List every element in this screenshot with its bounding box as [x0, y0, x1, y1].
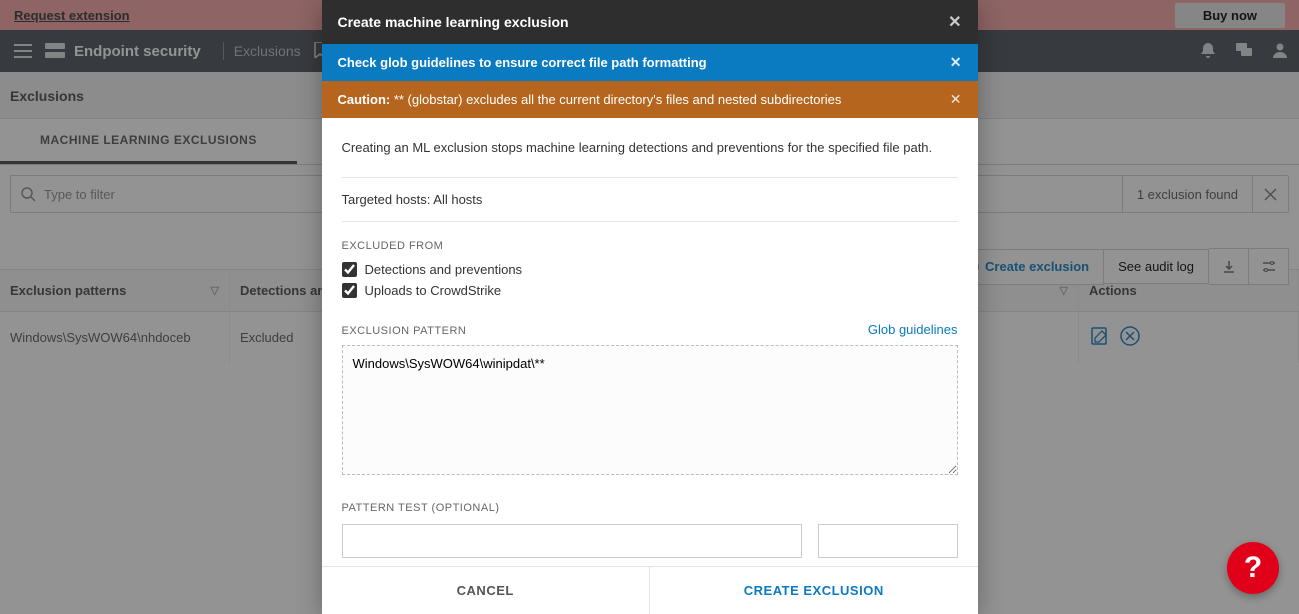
targeted-hosts: Targeted hosts: All hosts: [342, 177, 958, 222]
modal-title: Create machine learning exclusion: [338, 14, 569, 30]
create-button[interactable]: CREATE EXCLUSION: [650, 567, 978, 614]
cancel-button[interactable]: CANCEL: [322, 567, 651, 614]
modal-description: Creating an ML exclusion stops machine l…: [342, 136, 958, 159]
glob-guidelines-link[interactable]: Glob guidelines: [868, 322, 958, 337]
exclusion-pattern-input[interactable]: [342, 345, 958, 475]
pattern-test-input-2[interactable]: [818, 524, 958, 558]
warning-alert-text: Caution: ** (globstar) excludes all the …: [338, 92, 842, 107]
excluded-from-label: EXCLUDED FROM: [342, 240, 958, 252]
checkbox-uploads-input[interactable]: [342, 283, 357, 298]
dismiss-warning-icon[interactable]: ✕: [950, 91, 962, 108]
exclusion-pattern-label: EXCLUSION PATTERN: [342, 325, 467, 337]
warning-alert: Caution: ** (globstar) excludes all the …: [322, 81, 978, 118]
modal-footer: CANCEL CREATE EXCLUSION: [322, 566, 978, 614]
modal-header: Create machine learning exclusion ✕: [322, 0, 978, 44]
checkbox-detections-input[interactable]: [342, 262, 357, 277]
help-fab[interactable]: ?: [1227, 542, 1279, 594]
info-alert-text: Check glob guidelines to ensure correct …: [338, 55, 707, 70]
dismiss-info-icon[interactable]: ✕: [950, 54, 962, 71]
pattern-test-label: PATTERN TEST (OPTIONAL): [342, 502, 958, 514]
create-exclusion-modal: Create machine learning exclusion ✕ Chec…: [322, 0, 978, 614]
pattern-test-input-1[interactable]: [342, 524, 802, 558]
info-alert: Check glob guidelines to ensure correct …: [322, 44, 978, 81]
close-icon[interactable]: ✕: [948, 12, 961, 32]
checkbox-detections[interactable]: Detections and preventions: [342, 262, 958, 277]
modal-overlay: Create machine learning exclusion ✕ Chec…: [0, 0, 1299, 614]
checkbox-uploads[interactable]: Uploads to CrowdStrike: [342, 283, 958, 298]
